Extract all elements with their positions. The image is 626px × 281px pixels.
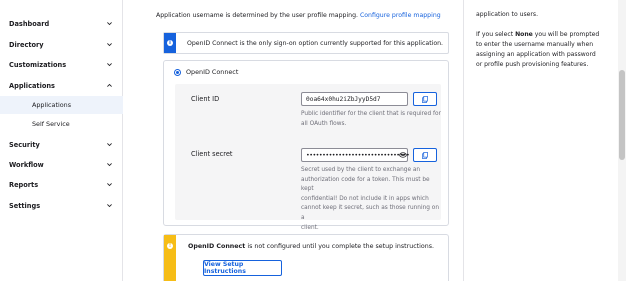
info-banner: i OpenID Connect is the only sign-on opt… [163,32,449,54]
client-id-field[interactable]: 0oa64x0hu2iZbJyyD5d7 [301,92,408,106]
sidebar-item-label: Applications [9,81,55,90]
client-id-help-line: all OAuth flows. [301,120,347,127]
client-id-help-line: Public identifier for the client that is… [301,111,441,117]
warning-text: OpenID Connect is not configured until y… [188,243,434,250]
aside-text-line: application to users. [476,11,539,18]
sidebar-subitem-label: Self Service [32,120,70,128]
aside-text: If you select [476,31,516,38]
sidebar-item-label: Customizations [9,60,67,69]
sidebar-item-settings[interactable]: Settings [0,196,123,215]
help-aside: application to users. If you select None… [463,0,626,281]
chevron-up-icon [105,82,113,90]
client-secret-help-line: authorization code for a token. This mus… [301,176,430,193]
aside-bold: None [515,31,533,38]
sidebar-item-customizations[interactable]: Customizations [0,55,123,74]
client-secret-help-line: cannot keep it secret, such as those run… [301,205,440,221]
intro-text: Application username is determined by th… [156,12,358,19]
sidebar: Dashboard Directory Customizations Appli… [0,0,123,281]
radio-label: OpenID Connect [186,68,239,76]
scrollbar[interactable] [618,0,626,281]
client-secret-value: •••••••••••••••••••••••••••••••• [306,151,410,159]
copy-client-id-button[interactable] [413,92,437,106]
client-secret-help-line: client. [301,224,319,231]
chevron-down-icon [105,202,113,210]
oidc-radio-option[interactable]: OpenID Connect [174,68,238,76]
radio-button[interactable] [174,68,181,76]
client-id-label: Client ID [191,95,220,103]
chevron-down-icon [105,141,113,149]
sidebar-item-reports[interactable]: Reports [0,175,123,194]
aside-text: or profile push provisioning features. [476,61,589,68]
scrollbar-thumb[interactable] [619,70,625,160]
main-content: Application username is determined by th… [123,0,463,281]
sidebar-item-applications[interactable]: Applications [0,76,123,95]
copy-icon [422,151,428,159]
chevron-down-icon [105,20,113,28]
oidc-section: OpenID Connect Client ID 0oa64x0hu2iZbJy… [163,60,449,231]
configure-profile-mapping-link[interactable]: Configure profile mapping [360,12,441,19]
client-secret-help-line: Secret used by the client to exchange an [301,167,421,173]
sidebar-subitem-applications[interactable]: Applications [0,96,123,114]
warning-stripe: ! [164,235,176,281]
setup-warning: ! OpenID Connect is not configured until… [163,234,449,281]
client-id-value: 0oa64x0hu2iZbJyyD5d7 [306,95,381,103]
info-banner-text: OpenID Connect is the only sign-on optio… [187,39,444,47]
sidebar-item-label: Workflow [9,160,44,169]
username-mapping-text: Application username is determined by th… [156,12,441,19]
client-credentials-panel: Client ID 0oa64x0hu2iZbJyyD5d7 Public id… [175,84,441,231]
sidebar-subitem-label: Applications [32,101,72,109]
warning-icon: ! [167,243,173,249]
warning-bold: OpenID Connect [188,243,246,250]
client-secret-help-line: confidential! Do not include it in apps … [301,195,429,202]
eye-icon[interactable] [399,152,407,158]
sidebar-item-label: Reports [9,180,39,189]
sidebar-item-label: Security [9,140,40,149]
warning-rest: is not configured until you complete the… [245,243,435,250]
info-icon: i [167,40,173,46]
sidebar-subitem-self-service[interactable]: Self Service [0,115,123,133]
view-setup-instructions-button[interactable]: View Setup Instructions [203,260,282,276]
chevron-down-icon [105,61,113,69]
chevron-down-icon [105,181,113,189]
aside-text: you will be prompted [532,31,600,38]
chevron-down-icon [105,161,113,169]
client-secret-label: Client secret [191,150,233,158]
sidebar-item-label: Directory [9,40,44,49]
copy-client-secret-button[interactable] [413,148,437,162]
chevron-down-icon [105,41,113,49]
aside-text: to enter the username manually when [476,41,594,48]
sidebar-item-security[interactable]: Security [0,135,123,154]
sidebar-item-dashboard[interactable]: Dashboard [0,14,123,33]
client-secret-field[interactable]: •••••••••••••••••••••••••••••••• [301,148,410,162]
info-stripe: i [164,33,176,53]
sidebar-item-label: Settings [9,201,41,210]
sidebar-item-label: Dashboard [9,19,50,28]
sidebar-item-workflow[interactable]: Workflow [0,155,123,174]
client-secret-help: Secret used by the client to exchange an… [301,166,441,233]
aside-paragraph: If you select None you will be prompted … [476,30,599,70]
sidebar-item-directory[interactable]: Directory [0,35,123,54]
copy-icon [422,95,428,103]
aside-text: assigning an application with password [476,51,596,58]
client-id-help: Public identifier for the client that is… [301,110,441,129]
